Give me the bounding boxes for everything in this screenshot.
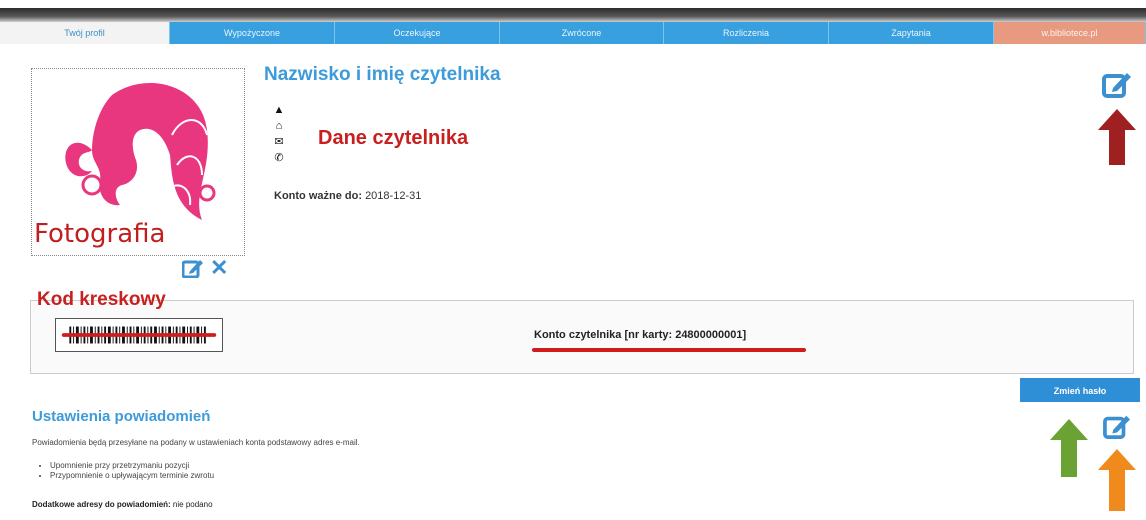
envelope-icon: ✉ bbox=[274, 136, 284, 148]
contact-icons: ▲ ⌂ ✉ ✆ bbox=[272, 102, 286, 166]
reader-data-annotation: Dane czytelnika bbox=[318, 127, 469, 149]
notification-options: Upomnienie przy przetrzymaniu pozycji Pr… bbox=[36, 461, 214, 481]
list-item: Upomnienie przy przetrzymaniu pozycji bbox=[50, 461, 214, 471]
photo-annotation: Fotografia bbox=[34, 219, 166, 249]
tab-returned[interactable]: Zwrócone bbox=[500, 22, 664, 44]
user-icon: ▲ bbox=[273, 104, 285, 116]
main-tabs: Twój profil Wypożyczone Oczekujące Zwróc… bbox=[0, 8, 1146, 44]
reader-profile-page: Twój profil Wypożyczone Oczekujące Zwróc… bbox=[0, 0, 1146, 520]
extra-addresses-row: Dodatkowe adresy do powiadomień: nie pod… bbox=[32, 500, 213, 509]
photo-tools: ✕ bbox=[182, 257, 228, 279]
reader-photo: Fotografia bbox=[31, 68, 245, 256]
account-valid-row: Konto ważne do: 2018-12-31 bbox=[274, 190, 421, 202]
card-number-highlight bbox=[532, 348, 806, 352]
reader-name: Nazwisko i imię czytelnika bbox=[264, 64, 501, 85]
tab-profile[interactable]: Twój profil bbox=[0, 22, 170, 44]
arrow-up-orange-icon bbox=[1098, 449, 1136, 511]
card-number-text: Konto czytelnika [nr karty: 24800000001] bbox=[534, 329, 747, 341]
arrow-up-green-icon bbox=[1050, 419, 1088, 477]
edit-profile-icon[interactable] bbox=[1102, 70, 1132, 98]
tab-inquiries[interactable]: Zapytania bbox=[829, 22, 994, 44]
remove-photo-icon[interactable]: ✕ bbox=[210, 257, 228, 279]
extra-addresses-value: nie podano bbox=[172, 500, 213, 509]
edit-notifications-icon[interactable] bbox=[1103, 413, 1131, 439]
phone-icon: ✆ bbox=[274, 152, 284, 164]
tab-settlements[interactable]: Rozliczenia bbox=[664, 22, 829, 44]
list-item: Przypomnienie o upływającym terminie zwr… bbox=[50, 471, 214, 481]
tab-w-bibliotece[interactable]: w.bibliotece.pl bbox=[994, 22, 1146, 44]
notifications-description: Powiadomienia będą przesyłane na podany … bbox=[32, 438, 360, 447]
home-icon: ⌂ bbox=[275, 120, 283, 132]
notifications-title: Ustawienia powiadomień bbox=[32, 408, 211, 425]
valid-label: Konto ważne do: bbox=[274, 190, 362, 202]
change-password-button[interactable]: Zmień hasło bbox=[1020, 378, 1140, 402]
arrow-up-red-icon bbox=[1098, 109, 1136, 165]
barcode-annotation: Kod kreskowy bbox=[37, 289, 166, 310]
tab-waiting[interactable]: Oczekujące bbox=[335, 22, 500, 44]
tab-borrowed[interactable]: Wypożyczone bbox=[170, 22, 335, 44]
edit-photo-icon[interactable] bbox=[182, 258, 204, 278]
extra-addresses-label: Dodatkowe adresy do powiadomień: bbox=[32, 500, 171, 509]
valid-date: 2018-12-31 bbox=[365, 190, 422, 202]
barcode-image bbox=[55, 318, 223, 352]
photo-placeholder-image bbox=[65, 82, 216, 220]
